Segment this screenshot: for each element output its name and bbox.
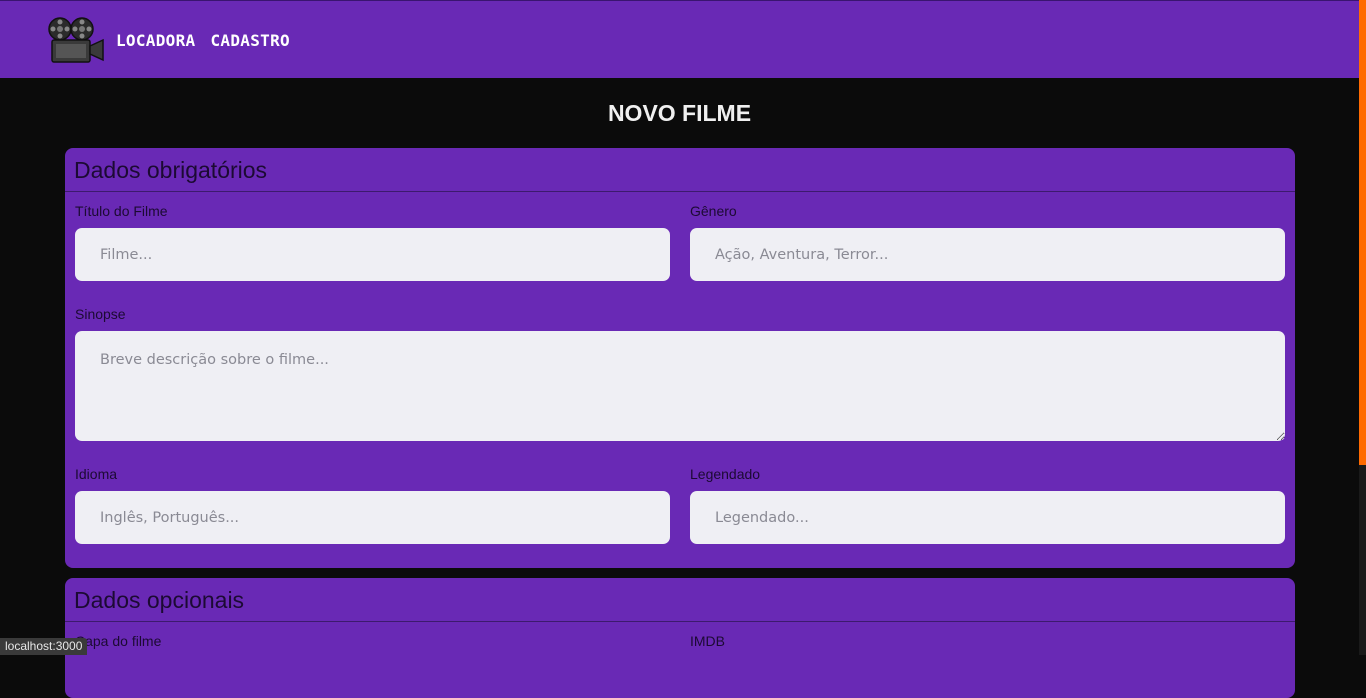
titulo-label: Título do Filme bbox=[75, 203, 168, 219]
idioma-input[interactable] bbox=[75, 491, 670, 544]
sinopse-textarea[interactable] bbox=[75, 331, 1285, 441]
scrollbar-track[interactable] bbox=[1359, 0, 1366, 655]
optional-data-card: Dados opcionais Capa do filme IMDB bbox=[65, 578, 1295, 698]
legendado-input[interactable] bbox=[690, 491, 1285, 544]
idioma-label: Idioma bbox=[75, 466, 118, 482]
required-data-card: Dados obrigatórios Título do Filme Gêner… bbox=[65, 148, 1295, 568]
film-projector-icon[interactable] bbox=[46, 16, 104, 64]
legendado-label: Legendado bbox=[690, 466, 761, 482]
required-section-title: Dados obrigatórios bbox=[65, 148, 1295, 192]
status-bar-url: localhost:3000 bbox=[0, 638, 88, 655]
genero-label: Gênero bbox=[690, 203, 737, 219]
genero-input[interactable] bbox=[690, 228, 1285, 281]
scrollbar-thumb[interactable] bbox=[1359, 0, 1366, 465]
titulo-input[interactable] bbox=[75, 228, 670, 281]
capa-label: Capa do filme bbox=[75, 633, 162, 649]
page-title: NOVO FILME bbox=[607, 100, 752, 126]
imdb-label: IMDB bbox=[690, 633, 725, 649]
nav-link-cadastro[interactable]: CADASTRO bbox=[210, 31, 289, 50]
navbar: LOCADORA CADASTRO bbox=[0, 0, 1359, 78]
nav-link-locadora[interactable]: LOCADORA bbox=[116, 31, 195, 50]
optional-section-title: Dados opcionais bbox=[65, 578, 1295, 622]
sinopse-label: Sinopse bbox=[75, 306, 126, 322]
